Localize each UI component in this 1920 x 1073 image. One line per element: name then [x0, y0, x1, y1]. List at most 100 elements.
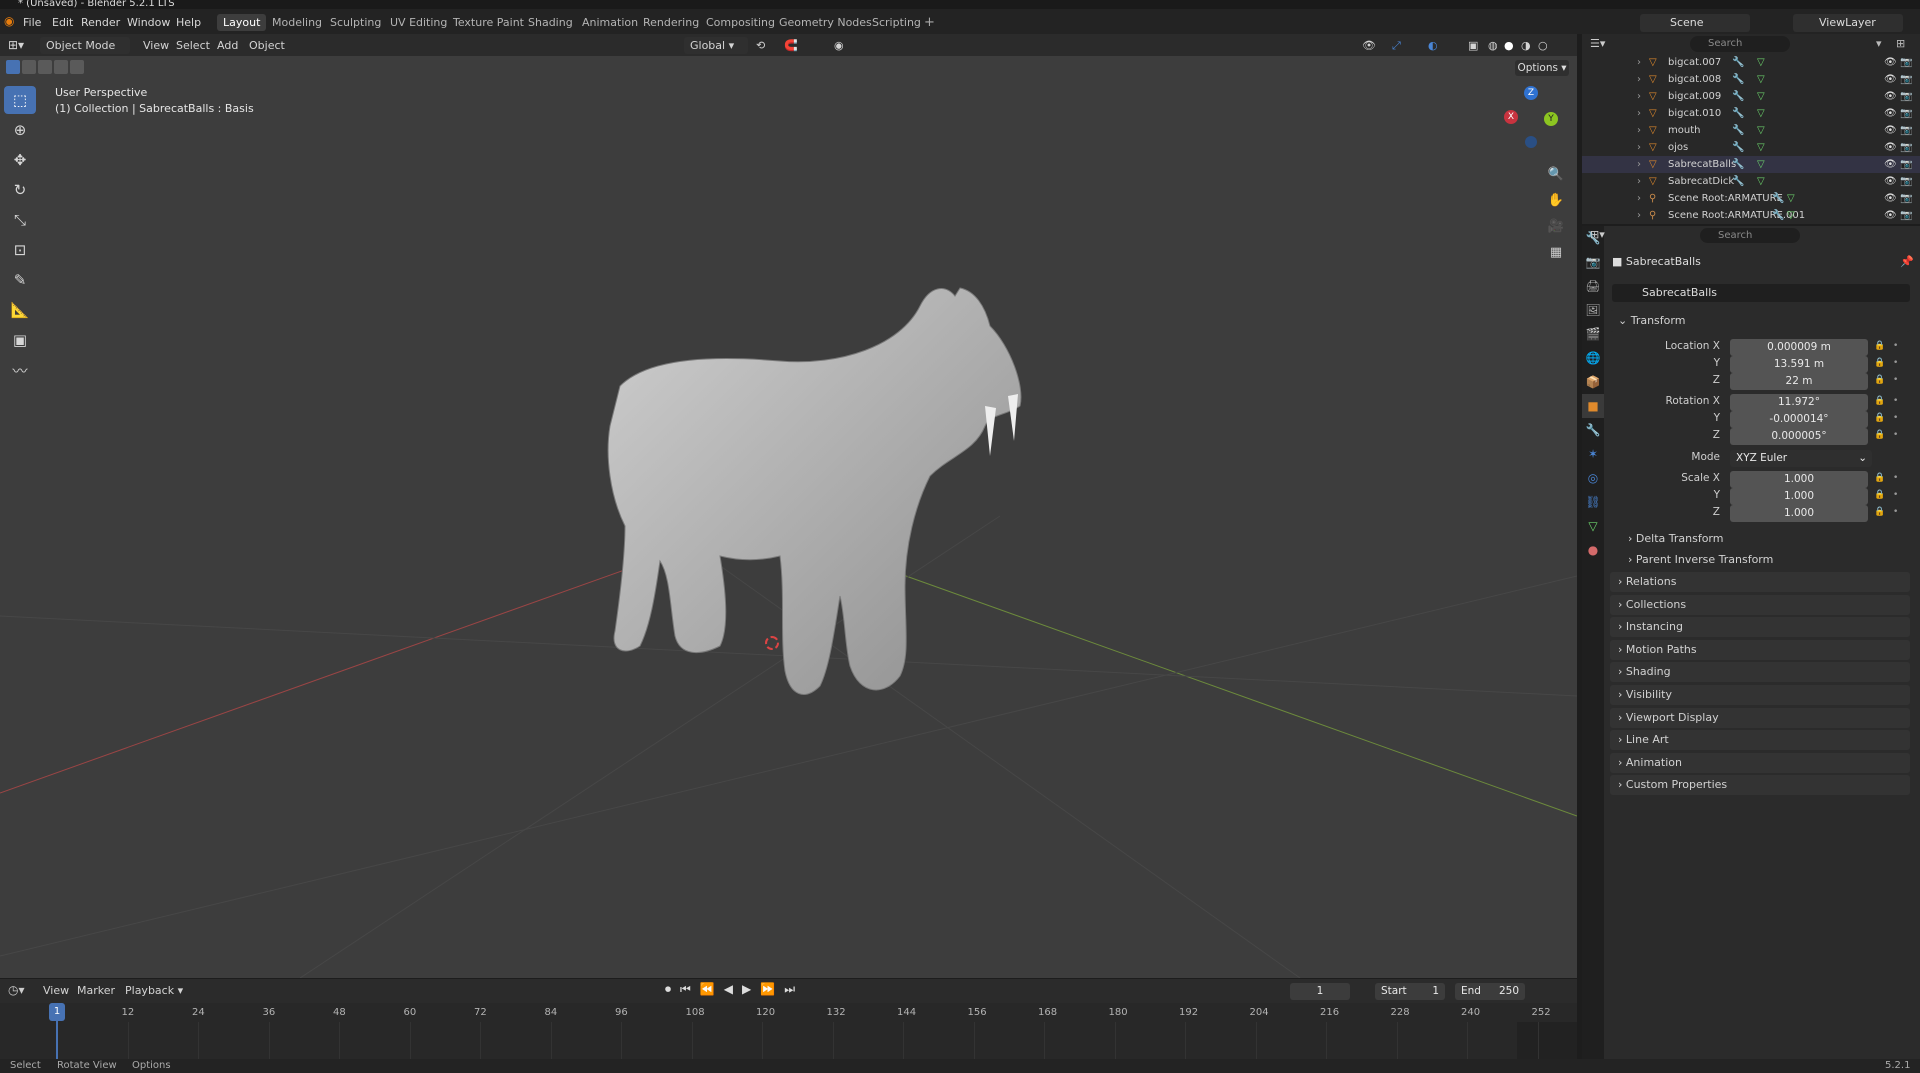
expand-arrow-icon[interactable]: › — [1637, 173, 1641, 190]
pan-hand-icon[interactable]: ✋ — [1545, 189, 1567, 211]
lock-icon[interactable]: 🔒 — [1874, 396, 1885, 406]
playhead[interactable]: 1 — [49, 1003, 65, 1021]
3d-viewport[interactable]: User Perspective (1) Collection | Sabrec… — [0, 56, 1577, 978]
menu-window[interactable]: Window — [127, 15, 170, 31]
snap-icon[interactable]: 🧲 — [784, 37, 798, 54]
gizmo-z-axis[interactable]: Z — [1524, 86, 1538, 100]
tab-sculpting[interactable]: Sculpting — [324, 14, 387, 31]
scale-x-field[interactable]: 1.000 — [1730, 471, 1868, 488]
output-props-icon[interactable]: 🖨 — [1582, 274, 1604, 298]
visibility-eye-icon[interactable]: 👁 — [1884, 156, 1897, 173]
menu-render[interactable]: Render — [81, 15, 120, 31]
physics-props-icon[interactable]: ◎ — [1582, 466, 1604, 490]
render-props-icon[interactable]: 📷 — [1582, 250, 1604, 274]
expand-arrow-icon[interactable]: › — [1637, 190, 1641, 207]
sabrecat-model[interactable] — [0, 56, 1577, 978]
expand-arrow-icon[interactable]: › — [1637, 156, 1641, 173]
tab-modeling[interactable]: Modeling — [266, 14, 328, 31]
menu-object[interactable]: Object — [249, 37, 285, 54]
proportional-edit-icon[interactable]: ◉ — [834, 37, 844, 54]
timeline-area[interactable] — [0, 1003, 1577, 1059]
render-camera-icon[interactable]: 📷 — [1900, 54, 1912, 71]
modifier-props-icon[interactable]: 🔧 — [1582, 418, 1604, 442]
play-reverse-icon[interactable]: ◀ — [724, 982, 733, 997]
outliner-item-name[interactable]: SabrecatBalls — [1668, 156, 1736, 173]
gizmo-neg-z-axis[interactable] — [1525, 136, 1537, 148]
add-workspace-icon[interactable]: + — [924, 15, 935, 30]
viewlayer-selector[interactable]: ViewLayer — [1793, 14, 1903, 32]
rotation-y-field[interactable]: -0.000014° — [1730, 411, 1868, 428]
outliner-item-name[interactable]: bigcat.010 — [1668, 105, 1721, 122]
visibility-eye-icon[interactable]: 👁 — [1884, 105, 1897, 122]
location-x-field[interactable]: 0.000009 m — [1730, 339, 1868, 356]
menu-help[interactable]: Help — [176, 15, 201, 31]
panel-shading[interactable]: › Shading — [1610, 662, 1910, 683]
parent-inverse-subpanel[interactable]: › Parent Inverse Transform — [1628, 553, 1773, 566]
visibility-eye-icon[interactable]: 👁 — [1884, 139, 1897, 156]
select-subtract-icon[interactable] — [38, 60, 52, 74]
data-props-icon[interactable]: ▽ — [1582, 514, 1604, 538]
scene-props-icon[interactable]: 🎬 — [1582, 322, 1604, 346]
delta-transform-subpanel[interactable]: › Delta Transform — [1628, 532, 1723, 545]
orientation-dropdown[interactable]: Global ▾ — [684, 37, 748, 54]
lock-icon[interactable]: 🔒 — [1874, 430, 1885, 440]
rendered-shading-icon[interactable]: ○ — [1538, 37, 1548, 54]
render-camera-icon[interactable]: 📷 — [1900, 156, 1912, 173]
menu-select[interactable]: Select — [176, 37, 210, 54]
jump-start-icon[interactable]: ⏮ — [680, 982, 691, 997]
curve-tool-icon[interactable]: 〰 — [4, 356, 36, 384]
rotation-mode-dropdown[interactable]: XYZ Euler ⌄ — [1730, 450, 1872, 467]
mode-dropdown[interactable]: Object Mode ▾ — [40, 37, 130, 69]
overlay-toggle-icon[interactable]: ◐ — [1428, 37, 1438, 54]
transform-panel-header[interactable]: ⌄ Transform — [1610, 310, 1910, 332]
zoom-icon[interactable]: 🔍 — [1545, 163, 1567, 185]
outliner-item-name[interactable]: bigcat.009 — [1668, 88, 1721, 105]
panel-line-art[interactable]: › Line Art — [1610, 730, 1910, 751]
tab-texture-paint[interactable]: Texture Paint — [447, 14, 530, 31]
constraints-props-icon[interactable]: ⛓ — [1582, 490, 1604, 514]
keyframe-dot-icon[interactable]: • — [1893, 473, 1898, 483]
outliner-item-name[interactable]: bigcat.008 — [1668, 71, 1721, 88]
outliner-item-name[interactable]: mouth — [1668, 122, 1700, 139]
editor-type-icon[interactable]: ⊞▾ — [8, 37, 24, 54]
timeline-editor-icon[interactable]: ◷▾ — [8, 983, 25, 997]
outliner-row[interactable]: › ▽ mouth 🔧 ▽ 👁 📷 — [1582, 122, 1920, 139]
visibility-filter-icon[interactable]: 👁 — [1362, 37, 1376, 54]
lock-icon[interactable]: 🔒 — [1874, 507, 1885, 517]
panel-animation[interactable]: › Animation — [1610, 752, 1910, 773]
jump-end-icon[interactable]: ⏭ — [784, 982, 795, 997]
render-camera-icon[interactable]: 📷 — [1900, 207, 1912, 224]
object-name-field[interactable]: SabrecatBalls — [1612, 284, 1910, 302]
render-camera-icon[interactable]: 📷 — [1900, 105, 1912, 122]
render-camera-icon[interactable]: 📷 — [1900, 173, 1912, 190]
expand-arrow-icon[interactable]: › — [1637, 105, 1641, 122]
timeline-menu-playback[interactable]: Playback ▾ — [125, 984, 183, 997]
tab-shading[interactable]: Shading — [522, 14, 579, 31]
menu-add[interactable]: Add — [217, 37, 238, 54]
expand-arrow-icon[interactable]: › — [1637, 207, 1641, 224]
auto-keying-icon[interactable]: ⏺ — [665, 982, 671, 997]
prev-keyframe-icon[interactable]: ⏪ — [700, 982, 715, 997]
lock-icon[interactable]: 🔒 — [1874, 473, 1885, 483]
outliner-row[interactable]: › ⚲ Scene Root:ARMATURE 🔧 ▽ 👁 📷 — [1582, 190, 1920, 207]
outliner-new-collection-icon[interactable]: ⊞ — [1896, 37, 1905, 50]
tab-layout[interactable]: Layout — [217, 14, 267, 31]
cursor-tool-icon[interactable]: ⊕ — [4, 116, 36, 144]
move-tool-icon[interactable]: ✥ — [4, 146, 36, 174]
outliner-row[interactable]: › ▽ bigcat.008 🔧 ▽ 👁 📷 — [1582, 71, 1920, 88]
keyframe-dot-icon[interactable]: • — [1893, 507, 1898, 517]
outliner-row[interactable]: › ⚲ Scene Root:ARMATURE.001 🔧 ▽ 👁 📷 — [1582, 207, 1920, 224]
outliner-row[interactable]: › ▽ SabrecatDick 🔧 ▽ 👁 📷 — [1582, 173, 1920, 190]
outliner-row[interactable]: › ▽ bigcat.009 🔧 ▽ 👁 📷 — [1582, 88, 1920, 105]
world-props-icon[interactable]: 🌐 — [1582, 346, 1604, 370]
3d-cursor-icon[interactable] — [765, 636, 779, 650]
expand-arrow-icon[interactable]: › — [1637, 88, 1641, 105]
scale-tool-icon[interactable]: ⤡ — [4, 206, 36, 234]
rotation-x-field[interactable]: 11.972° — [1730, 394, 1868, 411]
outliner-item-name[interactable]: Scene Root:ARMATURE.001 — [1668, 207, 1805, 224]
outliner-filter-icon[interactable]: ▾ — [1876, 37, 1882, 50]
keyframe-dot-icon[interactable]: • — [1893, 358, 1898, 368]
play-icon[interactable]: ▶ — [742, 982, 751, 997]
expand-arrow-icon[interactable]: › — [1637, 139, 1641, 156]
options-dropdown[interactable]: Options ▾ — [1515, 60, 1569, 76]
